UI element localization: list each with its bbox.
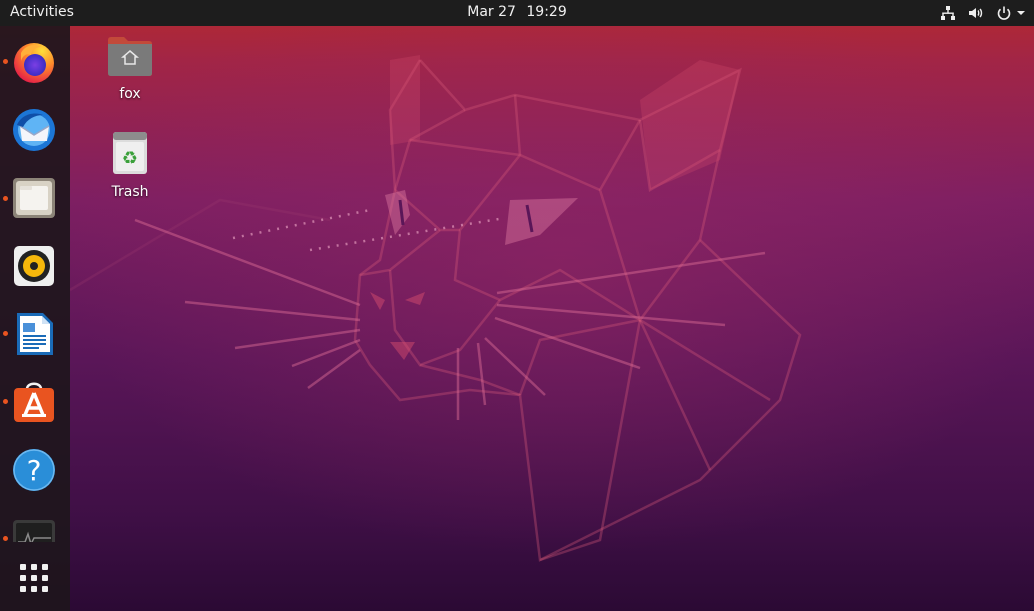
dock-item-help[interactable]: ? — [10, 446, 58, 494]
dock: ? — [0, 26, 70, 611]
chevron-down-icon[interactable] — [1016, 3, 1026, 23]
dock-item-libreoffice-writer[interactable] — [10, 310, 58, 358]
home-folder-icon — [108, 37, 152, 76]
thunderbird-icon — [13, 109, 55, 151]
desktop-icon-home[interactable]: fox — [95, 34, 165, 102]
running-indicator — [3, 331, 8, 336]
running-indicator — [3, 536, 8, 541]
help-icon: ? — [13, 449, 55, 491]
running-indicator — [3, 196, 8, 201]
network-icon[interactable] — [938, 3, 958, 23]
software-bag-icon — [14, 382, 54, 422]
power-icon[interactable] — [994, 3, 1014, 23]
dock-item-system-monitor[interactable] — [10, 514, 58, 542]
dock-item-ubuntu-software[interactable] — [10, 378, 58, 426]
desktop-icon-trash[interactable]: ♻ Trash — [95, 130, 165, 200]
running-indicator — [3, 399, 8, 404]
show-applications-button[interactable] — [10, 554, 58, 602]
top-bar: Activities Mar 27 19:29 — [0, 0, 1034, 26]
svg-text:♻: ♻ — [122, 148, 138, 169]
dock-item-thunderbird[interactable] — [10, 106, 58, 154]
clock[interactable]: Mar 27 19:29 — [0, 4, 1034, 20]
volume-icon[interactable] — [966, 3, 986, 23]
system-monitor-icon — [13, 520, 55, 542]
trash-icon: ♻ — [113, 132, 147, 174]
firefox-icon — [14, 43, 54, 83]
rhythmbox-icon — [14, 246, 54, 286]
running-indicator — [3, 59, 8, 64]
clock-time: 19:29 — [526, 4, 567, 20]
desktop-icon-label: fox — [119, 86, 141, 102]
system-tray[interactable] — [930, 3, 1026, 23]
show-applications-icon — [20, 564, 48, 592]
dock-item-firefox[interactable] — [10, 38, 58, 86]
writer-icon — [17, 313, 53, 355]
files-icon — [13, 178, 55, 218]
clock-date: Mar 27 — [467, 4, 516, 20]
dock-item-rhythmbox[interactable] — [10, 242, 58, 290]
svg-text:?: ? — [27, 454, 42, 487]
dock-item-files[interactable] — [10, 174, 58, 222]
desktop-icon-label: Trash — [111, 184, 149, 200]
